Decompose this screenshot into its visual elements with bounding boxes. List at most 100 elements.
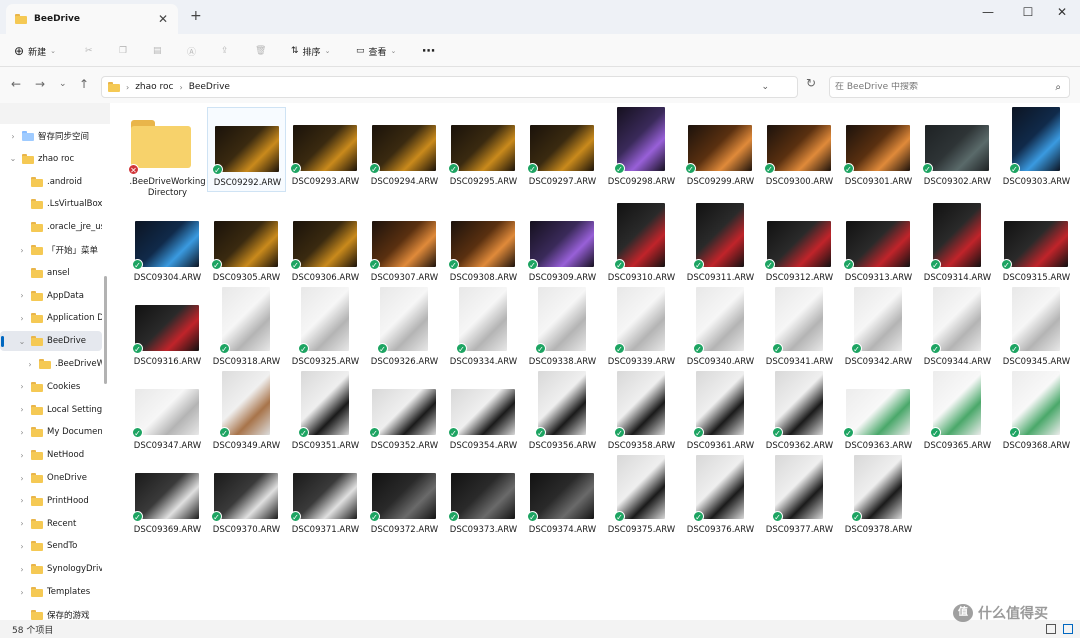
sort-button[interactable]: ⇅ 排序 ⌄ — [291, 42, 330, 60]
file-item[interactable]: ✓ DSC09315.ARW — [997, 203, 1076, 288]
chevron-down-icon[interactable]: ⌄ — [761, 82, 769, 92]
file-item[interactable]: ✓ DSC09361.ARW — [681, 371, 760, 456]
sidebar-item[interactable]: .android — [0, 172, 102, 192]
sidebar-item[interactable]: › Cookies — [0, 377, 102, 397]
folder-item[interactable]: ✕ .BeeDriveWorkingDirectory — [128, 107, 207, 198]
file-item[interactable]: ✓ DSC09368.ARW — [997, 371, 1076, 456]
sidebar-item[interactable]: › My Documents — [0, 422, 102, 442]
file-item[interactable]: ✓ DSC09345.ARW — [997, 287, 1076, 372]
chevron-right-icon[interactable]: › — [17, 291, 27, 300]
file-item[interactable]: ✓ DSC09310.ARW — [602, 203, 681, 288]
sidebar-item[interactable]: › .BeeDriveWorkingDirectory — [0, 354, 102, 374]
file-item[interactable]: ✓ DSC09334.ARW — [444, 287, 523, 372]
file-item[interactable]: ✓ DSC09370.ARW — [207, 455, 286, 540]
file-item[interactable]: ✓ DSC09338.ARW — [523, 287, 602, 372]
file-item[interactable]: ✓ DSC09376.ARW — [681, 455, 760, 540]
file-item[interactable]: ✓ DSC09352.ARW — [365, 371, 444, 456]
minimize-icon[interactable]: — — [970, 2, 1006, 22]
file-item[interactable]: ✓ DSC09293.ARW — [286, 107, 365, 192]
sidebar-item[interactable]: › PrintHood — [0, 491, 102, 511]
file-item[interactable]: ✓ DSC09344.ARW — [918, 287, 997, 372]
file-item[interactable]: ✓ DSC09372.ARW — [365, 455, 444, 540]
chevron-right-icon[interactable]: › — [17, 496, 27, 505]
address-bar[interactable]: › zhao roc › BeeDrive ⌄ — [101, 76, 798, 98]
file-item[interactable]: ✓ DSC09318.ARW — [207, 287, 286, 372]
file-item[interactable]: ✓ DSC09351.ARW — [286, 371, 365, 456]
file-item[interactable]: ✓ DSC09292.ARW — [207, 107, 286, 192]
file-item[interactable]: ✓ DSC09365.ARW — [918, 371, 997, 456]
sidebar-item[interactable]: › Recent — [0, 514, 102, 534]
delete-icon[interactable]: 🗑 — [255, 42, 266, 60]
file-item[interactable]: ✓ DSC09316.ARW — [128, 287, 207, 372]
file-item[interactable]: ✓ DSC09300.ARW — [760, 107, 839, 192]
rename-icon[interactable]: Ⓐ — [187, 42, 196, 60]
search-icon[interactable]: ⌕ — [1055, 82, 1061, 93]
new-button[interactable]: ⊕ 新建 ⌄ — [14, 42, 56, 60]
file-item[interactable]: ✓ DSC09356.ARW — [523, 371, 602, 456]
back-icon[interactable]: ← — [11, 77, 21, 91]
tab-beedrive[interactable]: BeeDrive ✕ — [6, 4, 178, 34]
sidebar-item[interactable]: › Local Settings — [0, 400, 102, 420]
file-item[interactable]: ✓ DSC09309.ARW — [523, 203, 602, 288]
file-item[interactable]: ✓ DSC09362.ARW — [760, 371, 839, 456]
file-item[interactable]: ✓ DSC09342.ARW — [839, 287, 918, 372]
chevron-right-icon[interactable]: › — [17, 588, 27, 597]
maximize-icon[interactable]: ☐ — [1010, 2, 1046, 22]
file-item[interactable]: ✓ DSC09301.ARW — [839, 107, 918, 192]
sidebar-item[interactable]: › OneDrive — [0, 468, 102, 488]
file-item[interactable]: ✓ DSC09347.ARW — [128, 371, 207, 456]
chevron-right-icon[interactable]: › — [17, 451, 27, 460]
file-item[interactable]: ✓ DSC09298.ARW — [602, 107, 681, 192]
chevron-down-icon[interactable]: ⌄ — [17, 337, 27, 346]
sidebar-item[interactable]: 保存的游戏 — [0, 605, 102, 620]
sidebar-item[interactable]: › 智存同步空间 — [0, 126, 102, 146]
file-item[interactable]: ✓ DSC09377.ARW — [760, 455, 839, 540]
sidebar-item[interactable]: ansel — [0, 263, 102, 283]
file-item[interactable]: ✓ DSC09312.ARW — [760, 203, 839, 288]
file-item[interactable]: ✓ DSC09314.ARW — [918, 203, 997, 288]
chevron-right-icon[interactable]: › — [17, 519, 27, 528]
search-box[interactable]: ⌕ — [829, 76, 1070, 98]
copy-icon[interactable]: ❐ — [119, 42, 127, 60]
file-item[interactable]: ✓ DSC09340.ARW — [681, 287, 760, 372]
file-item[interactable]: ✓ DSC09373.ARW — [444, 455, 523, 540]
breadcrumb-beedrive[interactable]: BeeDrive — [189, 82, 230, 92]
paste-icon[interactable]: ▤ — [153, 42, 162, 60]
chevron-right-icon[interactable]: › — [8, 132, 18, 141]
file-item[interactable]: ✓ DSC09325.ARW — [286, 287, 365, 372]
file-item[interactable]: ✓ DSC09295.ARW — [444, 107, 523, 192]
file-item[interactable]: ✓ DSC09303.ARW — [997, 107, 1076, 192]
file-item[interactable]: ✓ DSC09369.ARW — [128, 455, 207, 540]
sidebar-item[interactable]: › NetHood — [0, 445, 102, 465]
sidebar-item[interactable]: ⌄ zhao roc — [0, 149, 102, 169]
chevron-right-icon[interactable]: › — [17, 314, 27, 323]
file-item[interactable]: ✓ DSC09308.ARW — [444, 203, 523, 288]
refresh-icon[interactable]: ↻ — [806, 76, 816, 90]
sidebar-item[interactable]: ⌄ BeeDrive — [0, 331, 102, 352]
file-item[interactable]: ✓ DSC09313.ARW — [839, 203, 918, 288]
chevron-right-icon[interactable]: › — [25, 360, 35, 369]
cut-icon[interactable]: ✂ — [85, 42, 93, 60]
chevron-right-icon[interactable]: › — [17, 474, 27, 483]
file-item[interactable]: ✓ DSC09306.ARW — [286, 203, 365, 288]
chevron-right-icon[interactable]: › — [17, 542, 27, 551]
forward-icon[interactable]: → — [35, 77, 45, 91]
chevron-right-icon[interactable]: › — [17, 246, 27, 255]
share-icon[interactable]: ⇪ — [221, 42, 229, 60]
file-item[interactable]: ✓ DSC09375.ARW — [602, 455, 681, 540]
file-item[interactable]: ✓ DSC09349.ARW — [207, 371, 286, 456]
breadcrumb-user[interactable]: zhao roc — [135, 82, 173, 92]
file-item[interactable]: ✓ DSC09311.ARW — [681, 203, 760, 288]
chevron-right-icon[interactable]: › — [17, 405, 27, 414]
file-item[interactable]: ✓ DSC09304.ARW — [128, 203, 207, 288]
file-item[interactable]: ✓ DSC09307.ARW — [365, 203, 444, 288]
chevron-right-icon[interactable]: › — [17, 565, 27, 574]
sidebar-item[interactable]: .LsVirtualBox — [0, 194, 102, 214]
file-item[interactable]: ✓ DSC09354.ARW — [444, 371, 523, 456]
file-item[interactable]: ✓ DSC09358.ARW — [602, 371, 681, 456]
file-item[interactable]: ✓ DSC09363.ARW — [839, 371, 918, 456]
up-icon[interactable]: ↑ — [79, 77, 89, 91]
file-item[interactable]: ✓ DSC09374.ARW — [523, 455, 602, 540]
view-button[interactable]: ▭ 查看 ⌄ — [356, 42, 396, 60]
sidebar-item[interactable]: › Application Data — [0, 308, 102, 328]
